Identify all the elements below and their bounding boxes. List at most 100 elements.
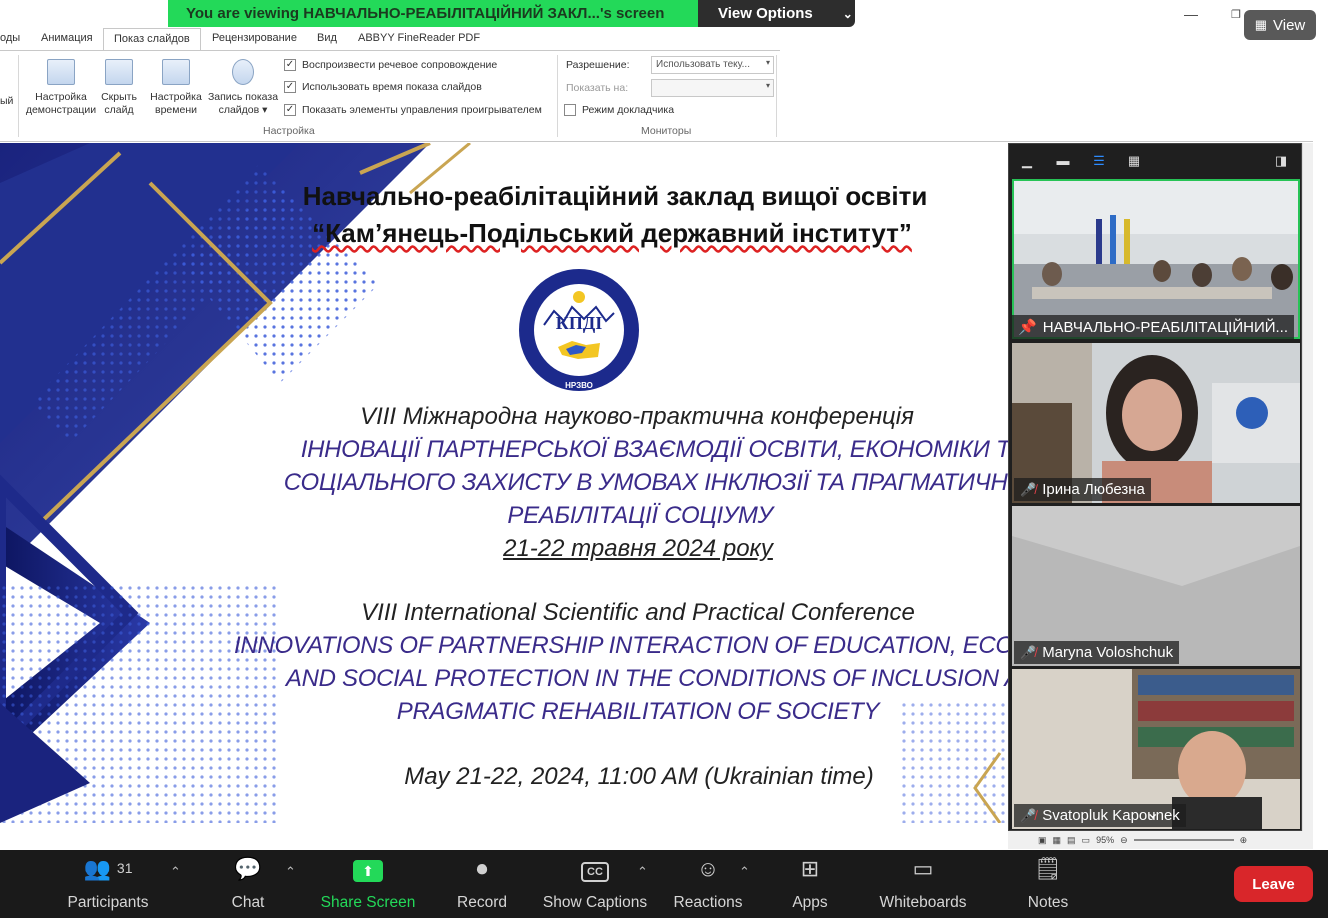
chevron-down-icon: ▾: [765, 58, 770, 67]
setup-show-button[interactable]: Настройка демонстрации: [24, 59, 98, 117]
timer-icon: [162, 59, 190, 85]
video-tile-participant[interactable]: 🎤̸ Maryna Voloshchuk: [1012, 506, 1300, 666]
participants-icon: 👥 31: [83, 856, 133, 881]
logo-bottom-text: НРЗВО: [565, 381, 593, 390]
scroll-down-icon[interactable]: ⌄: [1146, 803, 1159, 823]
checkbox-icon[interactable]: ✓: [284, 104, 296, 116]
resolution-dropdown[interactable]: Использовать теку... ▾: [651, 56, 774, 74]
chevron-up-icon[interactable]: ⌃: [285, 864, 296, 880]
gallery-view-icon[interactable]: ▦: [1126, 154, 1142, 168]
checkbox-narrations[interactable]: ✓ Воспроизвести речевое сопровождение: [284, 59, 497, 71]
participants-count: 31: [116, 860, 133, 876]
tile-name-label: 📌 НАВЧАЛЬНО-РЕАБІЛІТАЦІЙНИЙ...: [1012, 315, 1295, 339]
tab-animation[interactable]: Анимация: [41, 32, 93, 44]
conference-title-ua: VIII Міжнародна науково-практична конфер…: [360, 403, 914, 430]
topic-en-line-3: PRAGMATIC REHABILITATION OF SOCIETY: [396, 698, 880, 725]
topic-ua-line-1: ІННОВАЦІЇ ПАРТНЕРСЬКОЇ ВЗАЄМОДІЇ ОСВІТИ,…: [300, 436, 1010, 463]
speaker-view-icon[interactable]: ☰: [1091, 154, 1107, 168]
minimize-panel-icon[interactable]: ▁: [1019, 154, 1035, 168]
thumbnail-view-icon[interactable]: ▬: [1055, 154, 1071, 168]
tile-name-label: 🎤̸ Maryna Voloshchuk: [1014, 641, 1180, 664]
chat-button[interactable]: 💬 Chat: [222, 850, 274, 918]
video-tile-participant[interactable]: 🎤̸ Svatopluk Kapounek ⌄: [1012, 669, 1300, 829]
view-button[interactable]: ▦ View: [1244, 10, 1316, 40]
whiteboards-button[interactable]: ▭ Whiteboards: [872, 850, 974, 918]
date-en: May 21-22, 2024, 11:00 AM (Ukrainian tim…: [404, 763, 874, 790]
apps-icon: ⊞: [800, 856, 820, 881]
topic-ua-line-3: РЕАБІЛІТАЦІЇ СОЦІУМУ: [507, 502, 773, 529]
group-label-monitors: Мониторы: [641, 125, 692, 137]
notes-button[interactable]: 🗒 Notes: [1020, 850, 1076, 918]
presentation-slide: Навчально-реабілітаційний заклад вищої о…: [0, 143, 1010, 823]
normal-view-icon[interactable]: ▣: [1038, 835, 1047, 846]
muted-mic-icon: 🎤̸: [1020, 807, 1037, 823]
show-on-dropdown[interactable]: ▾: [651, 79, 774, 97]
ribbon-tabs: оды Анимация Показ слайдов Рецензировани…: [0, 28, 1313, 51]
popout-icon[interactable]: ◨: [1273, 154, 1289, 168]
date-ua: 21-22 травня 2024 року: [503, 535, 773, 562]
sharing-banner: You are viewing НАВЧАЛЬНО-РЕАБІЛІТАЦІЙНИ…: [168, 0, 855, 27]
muted-mic-icon: 🎤̸: [1020, 644, 1037, 660]
topic-en-line-2: AND SOCIAL PROTECTION IN THE CONDITIONS …: [285, 665, 1010, 692]
show-on-label: Показать на:: [566, 82, 629, 94]
apps-button[interactable]: ⊞ Apps: [786, 850, 834, 918]
rehearse-timings-button[interactable]: Настройка времени: [146, 59, 206, 117]
grid-view-icon: ▦: [1254, 17, 1268, 32]
checkbox-timings[interactable]: ✓ Использовать время показа слайдов: [284, 81, 482, 93]
tab-partial[interactable]: оды: [0, 32, 20, 44]
tab-review[interactable]: Рецензирование: [212, 32, 297, 44]
reading-view-icon[interactable]: ▤: [1067, 835, 1076, 846]
hide-slide-icon: [105, 59, 133, 85]
tab-slideshow[interactable]: Показ слайдов: [103, 28, 201, 51]
whiteboard-icon: ▭: [912, 856, 934, 881]
video-tile-participant[interactable]: 🎤̸ Ірина Любезна: [1012, 343, 1300, 503]
setup-show-icon: [47, 59, 75, 85]
share-screen-icon: ⬆: [318, 850, 418, 884]
video-panel: ▁ ▬ ☰ ▦ ◨ 📌 НАВЧАЛЬНО-РЕАБІЛІТАЦІЙНИЙ...: [1008, 143, 1302, 831]
record-button[interactable]: ⏺ Record: [452, 850, 512, 918]
partial-label: ый: [0, 95, 14, 107]
chevron-down-icon: ▾: [765, 81, 770, 90]
tile-name-label: 🎤̸ Ірина Любезна: [1014, 478, 1151, 501]
chevron-up-icon[interactable]: ⌃: [637, 864, 648, 880]
reactions-button[interactable]: ☺ Reactions: [670, 850, 746, 918]
institution-line-2: “Кам’янець-Подільський державний інститу…: [312, 218, 912, 248]
participants-button[interactable]: 👥 31 Participants: [60, 850, 156, 918]
tab-abbyy[interactable]: ABBYY FineReader PDF: [358, 32, 480, 44]
topic-ua-line-2: СОЦІАЛЬНОГО ЗАХИСТУ В УМОВАХ ІНКЛЮЗІЇ ТА…: [283, 469, 1010, 496]
checkbox-icon[interactable]: ✓: [284, 59, 296, 71]
checkbox-icon[interactable]: [564, 104, 576, 116]
leave-button[interactable]: Leave: [1234, 866, 1313, 902]
resolution-label: Разрешение:: [566, 59, 630, 71]
minimize-icon[interactable]: —: [1184, 6, 1198, 22]
restore-icon[interactable]: ❐: [1231, 8, 1241, 21]
record-slideshow-button[interactable]: Запись показа слайдов ▾: [205, 59, 281, 117]
checkbox-presenter-view[interactable]: Режим докладчика: [564, 104, 674, 116]
hide-slide-button[interactable]: Скрыть слайд: [98, 59, 140, 117]
viewing-screen-label: You are viewing НАВЧАЛЬНО-РЕАБІЛІТАЦІЙНИ…: [168, 0, 698, 27]
reactions-icon: ☺: [696, 856, 720, 881]
topic-en-line-1: INNOVATIONS OF PARTNERSHIP INTERACTION O…: [234, 632, 1010, 659]
tile-name-label: 🎤̸ Svatopluk Kapounek: [1014, 804, 1186, 827]
divider: [557, 55, 558, 137]
checkbox-icon[interactable]: ✓: [284, 81, 296, 93]
ribbon-body: ый Настройка демонстрации Скрыть слайд Н…: [0, 50, 780, 140]
zoom-slider[interactable]: [1133, 839, 1234, 841]
view-options-button[interactable]: View Options ⌄: [698, 0, 855, 27]
notes-icon: 🗒: [1034, 856, 1062, 881]
zoom-out-icon[interactable]: ⊖: [1120, 835, 1128, 846]
chevron-up-icon[interactable]: ⌃: [170, 864, 181, 880]
video-tile-room[interactable]: 📌 НАВЧАЛЬНО-РЕАБІЛІТАЦІЙНИЙ...: [1012, 179, 1300, 339]
show-captions-button[interactable]: CC Show Captions: [540, 850, 650, 918]
zoom-in-icon[interactable]: ⊕: [1240, 835, 1248, 846]
share-screen-button[interactable]: ⬆ Share Screen: [318, 850, 418, 918]
muted-mic-icon: 🎤̸: [1020, 481, 1037, 497]
conference-title-en: VIII International Scientific and Practi…: [361, 599, 915, 626]
powerpoint-statusbar: ▣ ▦ ▤ ▭ 95% ⊖ ⊕: [1008, 831, 1313, 849]
checkbox-media-controls[interactable]: ✓ Показать элементы управления проигрыва…: [284, 104, 542, 116]
scrollbar[interactable]: [1302, 143, 1313, 831]
chevron-up-icon[interactable]: ⌃: [739, 864, 750, 880]
tab-view[interactable]: Вид: [317, 32, 337, 44]
slideshow-view-icon[interactable]: ▭: [1082, 835, 1091, 846]
slide-sorter-icon[interactable]: ▦: [1053, 835, 1062, 846]
